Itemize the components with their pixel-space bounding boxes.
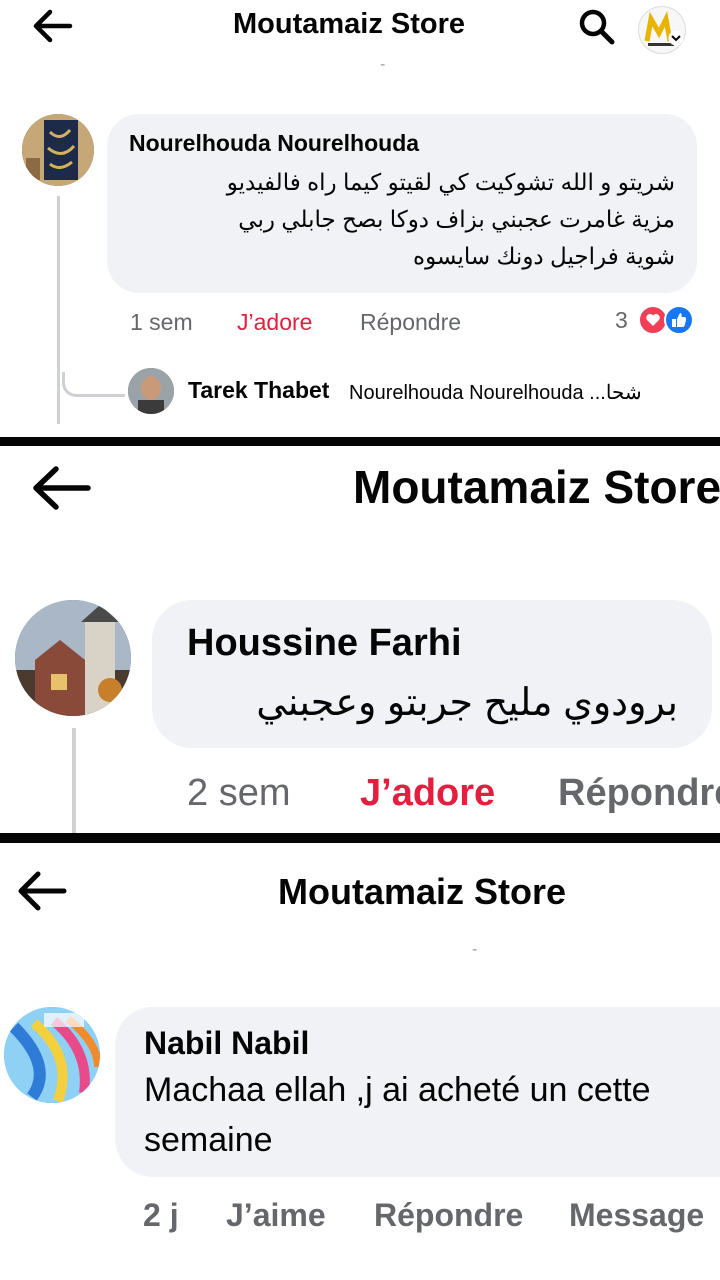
reply-button[interactable]: Répondre <box>374 1197 523 1234</box>
comment-text-line-3: شوية فراجيل دونك سايسوه <box>413 243 675 269</box>
comment-text-line-1: شريتو و الله تشوكيت كي لقيتو كيما راه فا… <box>226 169 675 195</box>
reply-preview-author[interactable]: Tarek Thabet <box>188 377 329 404</box>
reply-preview-text[interactable]: Nourelhouda Nourelhouda ...شحا <box>349 380 642 405</box>
page-title: Moutamaiz Store <box>353 461 720 513</box>
thread-line-curve <box>62 372 125 397</box>
reaction-count[interactable]: 3 <box>615 307 628 334</box>
header-dot: - <box>380 56 386 73</box>
like-reaction-icon <box>664 305 694 335</box>
avatar[interactable] <box>4 1007 100 1103</box>
divider <box>0 833 720 843</box>
back-arrow-icon[interactable] <box>28 6 76 46</box>
comment-text-line-2: semaine <box>144 1121 273 1159</box>
comment-author[interactable]: Houssine Farhi <box>187 622 462 665</box>
comment-time: 2 j <box>143 1197 179 1233</box>
chevron-down-icon[interactable] <box>668 30 684 46</box>
header-dot: - <box>472 941 478 958</box>
avatar[interactable] <box>22 114 94 186</box>
page-title: Moutamaiz Store <box>278 871 567 912</box>
page-title: Moutamaiz Store <box>233 8 466 40</box>
comment-author[interactable]: Nourelhouda Nourelhouda <box>129 130 419 157</box>
divider <box>0 437 720 446</box>
like-button[interactable]: J’adore <box>360 772 495 815</box>
comment-text-line-2: مزية غامرت عجبني بزاف دوكا بصح جابلي ربي <box>238 206 675 232</box>
comment-text: برودوي مليح جربتو وعجبني <box>256 682 678 724</box>
reply-button[interactable]: Répondre <box>558 772 720 815</box>
comment-text-line-1: Machaa ellah ,j ai acheté un cette <box>144 1071 651 1109</box>
like-button[interactable]: J’aime <box>226 1197 326 1234</box>
comment-author[interactable]: Nabil Nabil <box>144 1025 309 1062</box>
comment-time: 1 sem <box>130 309 193 335</box>
screenshot-panel-3: Moutamaiz Store - Nabil Nabil Machaa ell… <box>0 843 720 1280</box>
avatar[interactable] <box>128 368 174 414</box>
comment-bubble: Houssine Farhi برودوي مليح جربتو وعجبني <box>152 600 712 748</box>
comment-time: 2 sem <box>187 772 291 814</box>
screenshot-panel-2: Moutamaiz Store Houssine Farhi برودوي مل… <box>0 446 720 833</box>
thread-line <box>57 196 60 424</box>
back-arrow-icon[interactable] <box>28 462 94 514</box>
reply-button[interactable]: Répondre <box>360 309 461 336</box>
avatar[interactable] <box>15 600 131 716</box>
comment-bubble: Nourelhouda Nourelhouda شريتو و الله تشو… <box>107 114 697 293</box>
message-button[interactable]: Message <box>569 1197 704 1234</box>
thread-line <box>72 728 76 833</box>
like-button[interactable]: J’adore <box>237 309 312 336</box>
search-icon[interactable] <box>576 6 616 46</box>
back-arrow-icon[interactable] <box>14 867 70 915</box>
comment-bubble: Nabil Nabil Machaa ellah ,j ai acheté un… <box>115 1007 720 1177</box>
screenshot-panel-1: Moutamaiz Store - Nourelhouda Nourelhoud… <box>0 0 720 437</box>
